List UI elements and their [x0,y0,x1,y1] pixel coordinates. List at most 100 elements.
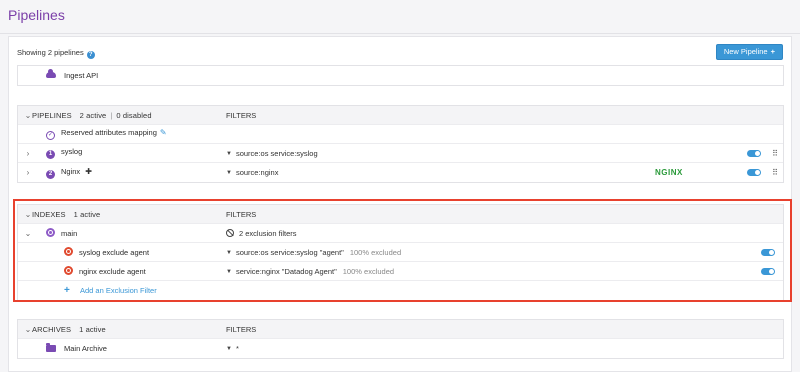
excluded-percent: 100% excluded [349,247,402,257]
pipelines-title: PIPELINES [32,110,72,120]
pipelines-header-label: PIPELINES 2 active | 0 disabled [32,111,152,120]
add-exclusion-row: + Add an Exclusion Filter [18,281,783,300]
new-pipeline-button[interactable]: New Pipeline + [715,44,783,60]
filters-header: FILTERS [226,209,257,219]
pipeline-filter-text: source:os service:syslog [235,148,318,158]
add-exclusion-filter-link[interactable]: Add an Exclusion Filter [80,286,157,295]
collapse-chevron-icon[interactable]: ⌄ [24,325,32,334]
pipeline-name: 2 Nginx ✚ [46,167,92,179]
exclusion-filter-text: source:os service:syslog "agent" [235,247,344,257]
exclusion-label: syslog exclude agent [79,248,150,257]
exclusion-icon [64,266,73,275]
exclusion-name: syslog exclude agent [64,247,149,257]
pencil-icon[interactable]: ✎ [160,128,167,137]
exclusion-enable-toggle[interactable] [761,248,775,256]
pipeline-name: 1 syslog [46,147,82,159]
index-exclusion-summary: 2 exclusion filters [226,228,297,238]
collapse-chevron-icon[interactable]: ⌄ [24,210,32,219]
archive-label: Main Archive [64,344,107,353]
indexes-header-label: INDEXES 1 active [32,210,100,219]
pipelines-header: ⌄ PIPELINES 2 active | 0 disabled FILTERS [18,106,783,125]
reserved-attributes-name: ✓ Reserved attributes mapping ✎ [46,128,167,140]
archives-header: ⌄ ARCHIVES 1 active FILTERS [18,320,783,339]
collapse-chevron-icon[interactable]: ⌄ [24,111,32,120]
exclusion-summary-text: 2 exclusion filters [239,228,297,238]
folder-icon [46,343,56,352]
pipeline-filter: ▼ source:os service:syslog [226,149,318,158]
pipeline-enable-toggle[interactable] [747,169,761,176]
filter-icon: ▼ [226,150,232,157]
exclusion-filter-text: service:nginx "Datadog Agent" [235,266,337,276]
indexes-header: ⌄ INDEXES 1 active FILTERS [18,205,783,224]
pipeline-count-label: Showing 2 pipelines? [17,48,95,59]
archive-filter-text: * [235,344,239,353]
archive-filter: ▼ * [226,344,239,353]
pipelines-active-count: 2 active [79,110,107,120]
nginx-logo: NGINX [655,168,683,177]
toolbar: Showing 2 pipelines? New Pipeline + [17,44,783,62]
filter-icon: ▼ [226,170,232,176]
collapse-chevron-icon[interactable]: ⌄ [24,229,32,238]
pipeline-row-syslog[interactable]: › 1 syslog ▼ source:os service:syslog ⠿ [18,144,783,163]
indexes-block: ⌄ INDEXES 1 active FILTERS ⌄ main 2 exclu… [17,204,784,301]
exclusion-row[interactable]: syslog exclude agent ▼ source:os service:… [18,243,783,262]
pipelines-panel: Showing 2 pipelines? New Pipeline + Inges… [8,36,792,372]
plus-icon: + [770,47,775,56]
pipeline-row-nginx[interactable]: › 2 Nginx ✚ ▼ source:nginx NGINX ⠿ [18,163,783,182]
excluded-percent: 100% excluded [342,266,395,276]
archive-row[interactable]: Main Archive ▼ * [18,339,783,358]
archives-title: ARCHIVES [32,324,72,334]
pipelines-disabled-count: 0 disabled [116,110,152,120]
puzzle-piece-icon: ✚ [85,166,92,176]
indexes-title: INDEXES [32,209,66,219]
index-row-main[interactable]: ⌄ main 2 exclusion filters [18,224,783,243]
archive-name: Main Archive [46,343,107,353]
filters-header: FILTERS [226,110,257,120]
ban-icon [226,228,234,237]
filter-icon: ▼ [226,346,232,352]
filters-header: FILTERS [226,324,257,334]
exclusion-icon [64,247,73,256]
indexes-active-count: 1 active [73,209,101,219]
ingest-row[interactable]: Ingest API [18,66,783,85]
archives-header-label: ARCHIVES 1 active [32,325,106,334]
reserved-attributes-row[interactable]: ✓ Reserved attributes mapping ✎ [18,125,783,144]
ingest-name: Ingest API [46,69,99,80]
pipeline-label: syslog [61,147,83,156]
page-title: Pipelines [8,7,65,23]
pipeline-number-badge: 1 [46,150,55,159]
exclusion-filter: ▼ service:nginx "Datadog Agent" 100% exclu… [226,267,394,276]
exclusion-filter: ▼ source:os service:syslog "agent" 100% ex… [226,248,401,257]
plus-icon[interactable]: + [64,285,70,296]
cloud-icon [46,69,56,78]
archives-active-count: 1 active [79,324,106,334]
exclusion-enable-toggle[interactable] [761,267,775,275]
pipeline-filter-text: source:nginx [235,168,279,177]
exclusion-label: nginx exclude agent [79,267,146,276]
new-pipeline-label: New Pipeline [723,47,768,56]
filter-icon: ▼ [226,249,232,256]
pipeline-enable-toggle[interactable] [747,149,761,157]
page-header: Pipelines [0,0,800,34]
index-label: main [61,229,78,238]
drag-handle-icon[interactable]: ⠿ [772,149,778,158]
archives-block: ⌄ ARCHIVES 1 active FILTERS Main Archive … [17,319,784,359]
filter-icon: ▼ [226,268,232,275]
exclusion-row[interactable]: nginx exclude agent ▼ service:nginx "Data… [18,262,783,281]
exclusion-name: nginx exclude agent [64,266,146,276]
expand-chevron-icon[interactable]: › [24,168,32,177]
reserved-attributes-label: Reserved attributes mapping [61,128,157,137]
check-circle-icon: ✓ [46,131,55,140]
showing-text: Showing 2 pipelines [17,48,84,57]
pipelines-block: ⌄ PIPELINES 2 active | 0 disabled FILTERS ✓… [17,105,784,183]
pipeline-number-badge: 2 [46,169,55,179]
index-icon [46,228,55,237]
question-circle-icon[interactable]: ? [86,51,95,59]
ingest-label: Ingest API [64,71,99,80]
drag-handle-icon[interactable]: ⠿ [772,168,778,177]
ingest-block: Ingest API [17,65,784,86]
index-name: main [46,228,77,238]
pipelines-separator: | [110,110,113,120]
expand-chevron-icon[interactable]: › [24,149,32,158]
pipeline-label: Nginx [61,166,81,176]
